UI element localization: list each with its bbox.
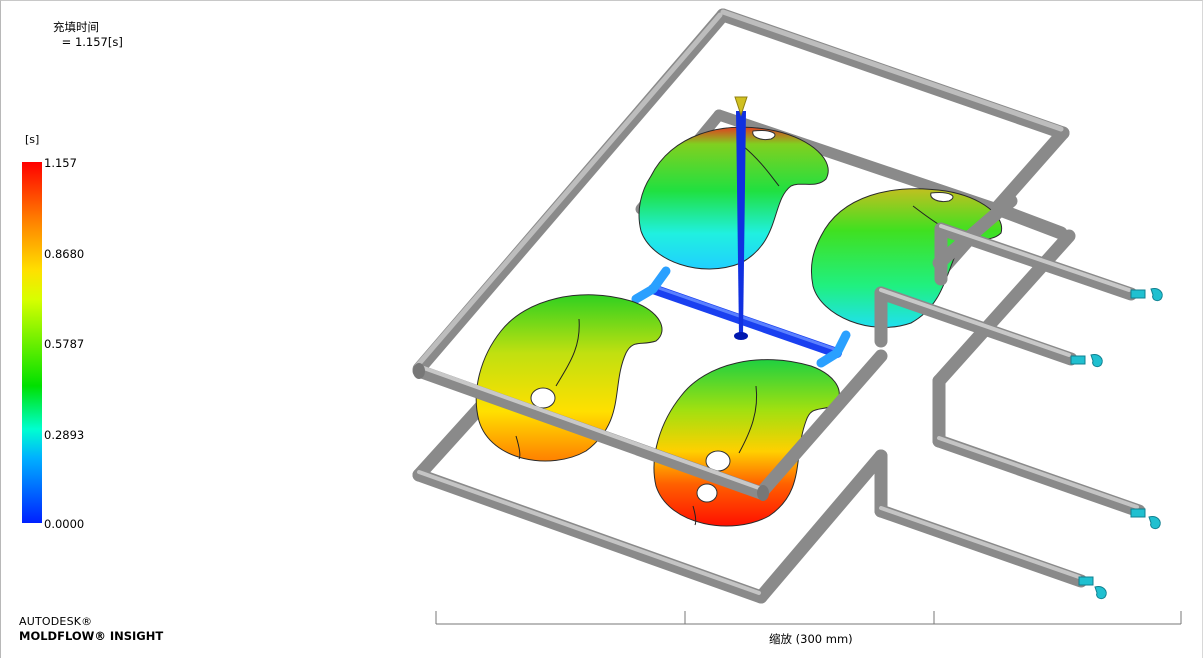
model-viewport[interactable]: 充填时间 = 1.157[s] [s] 1.157 0.8680 0.5787 … [0,0,1203,658]
scale-bar-label: 缩放 (300 mm) [769,632,853,646]
scale-bar [435,611,1182,625]
part-cavity-bottom-left [475,294,663,462]
coolant-inlets [1070,288,1163,600]
result-value: = 1.157[s] [58,35,123,49]
legend-tick: 0.5787 [44,337,85,351]
legend-tick-max: 1.157 [44,156,77,170]
legend-tick: 0.8680 [44,247,85,261]
legend-tick: 0.2893 [44,428,85,442]
part-cavity-top-left [638,126,829,270]
brand-autodesk: AUTODESK® [19,615,93,628]
result-title: 充填时间 [53,20,99,34]
legend-tick-min: 0.0000 [44,517,85,531]
legend-colorbar [22,162,42,523]
sprue-icon [736,111,746,336]
model-scene[interactable] [1,1,1203,659]
brand-moldflow-insight: MOLDFLOW® INSIGHT [19,629,164,643]
inlet-icon [1150,288,1163,302]
legend-unit: [s] [25,133,40,146]
